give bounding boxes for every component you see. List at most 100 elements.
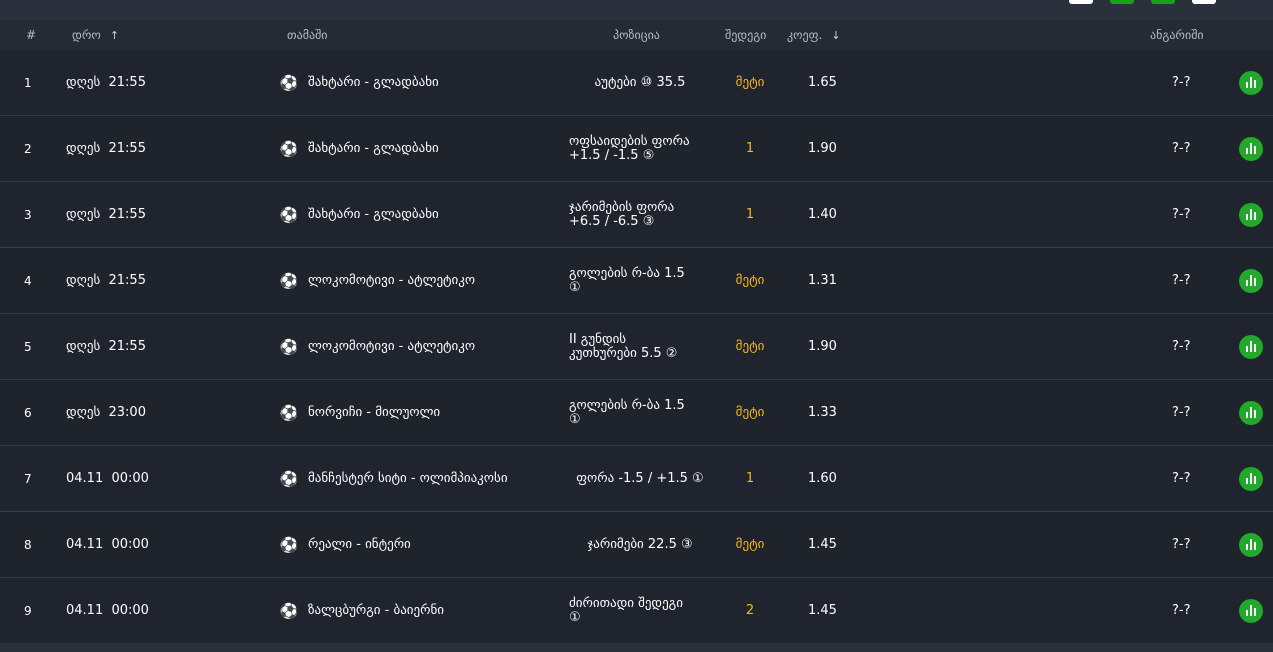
stats-chart-icon[interactable] bbox=[1239, 334, 1263, 359]
header-odds[interactable]: კოეფ. ↓ bbox=[787, 20, 841, 50]
row-position-line: ოფსაიდების ფორა bbox=[569, 133, 690, 149]
stats-chart-icon[interactable] bbox=[1239, 400, 1263, 425]
row-position: ჯარიმები 22.5 ③ bbox=[540, 512, 740, 577]
row-match[interactable]: ზალცბურგი - ბაიერნი bbox=[308, 578, 444, 643]
row-position-line: კუთხურები 5.5 ② bbox=[569, 345, 678, 361]
stats-chart-icon[interactable] bbox=[1239, 136, 1263, 161]
table-row[interactable]: 8 04.11 00:00 ⚽ რეალი - ინტერი ჯარიმები … bbox=[0, 512, 1273, 578]
row-date: 04.11 00:00 bbox=[66, 603, 149, 618]
row-position-text: ოფსაიდების ფორა +1.5 / -1.5 ⑤ bbox=[540, 133, 740, 163]
table-row[interactable]: 5 დღეს 21:55 ⚽ ლოკომოტივი - ატლეტიკო II … bbox=[0, 314, 1273, 380]
row-report: ?-? bbox=[1172, 339, 1191, 354]
row-position-line: აუტები ⑩ 35.5 bbox=[594, 74, 686, 90]
row-odds: 1.33 bbox=[808, 405, 837, 420]
row-match[interactable]: ნორვიჩი - მილუოლი bbox=[308, 380, 440, 445]
header-time[interactable]: დრო ↑ bbox=[72, 20, 119, 50]
row-stats[interactable] bbox=[1239, 380, 1263, 445]
stats-bars bbox=[1246, 407, 1256, 418]
row-match[interactable]: შახტარი - გლადბახი bbox=[308, 116, 439, 181]
row-stats[interactable] bbox=[1239, 182, 1263, 247]
row-match[interactable]: ლოკომოტივი - ატლეტიკო bbox=[308, 248, 475, 313]
stats-chart-icon[interactable] bbox=[1239, 268, 1263, 293]
header-game[interactable]: თამაში bbox=[287, 20, 328, 50]
header-num: # bbox=[26, 28, 37, 42]
row-position-text: ჯარიმები 22.5 ③ bbox=[540, 536, 740, 552]
table-row[interactable]: 6 დღეს 23:00 ⚽ ნორვიჩი - მილუოლი გოლების… bbox=[0, 380, 1273, 446]
row-position: გოლების რ-ბა 1.5 ① bbox=[540, 248, 740, 313]
row-number: 9 bbox=[24, 603, 32, 618]
row-position: ოფსაიდების ფორა +1.5 / -1.5 ⑤ bbox=[540, 116, 740, 181]
row-position: გოლების რ-ბა 1.5 ① bbox=[540, 380, 740, 445]
row-report: ?-? bbox=[1172, 75, 1191, 90]
row-date: დღეს 21:55 bbox=[66, 273, 146, 288]
stats-chart-icon[interactable] bbox=[1239, 532, 1263, 557]
row-position-text: აუტები ⑩ 35.5 bbox=[540, 74, 740, 90]
row-position: II გუნდის კუთხურები 5.5 ② bbox=[540, 314, 740, 379]
stats-chart-icon[interactable] bbox=[1239, 70, 1263, 95]
table-row[interactable]: 4 დღეს 21:55 ⚽ ლოკომოტივი - ატლეტიკო გოლ… bbox=[0, 248, 1273, 314]
table-row[interactable]: 3 დღეს 21:55 ⚽ შახტარი - გლადბახი ჯარიმე… bbox=[0, 182, 1273, 248]
soccer-ball-icon: ⚽ bbox=[279, 205, 299, 224]
row-number: 7 bbox=[24, 471, 32, 486]
row-match[interactable]: მანჩესტერ სიტი - ოლიმპიაკოსი bbox=[308, 446, 508, 511]
table-row[interactable]: 7 04.11 00:00 ⚽ მანჩესტერ სიტი - ოლიმპია… bbox=[0, 446, 1273, 512]
row-position-line: +6.5 / -6.5 ③ bbox=[569, 213, 655, 229]
row-report: ?-? bbox=[1172, 207, 1191, 222]
row-odds: 1.90 bbox=[808, 141, 837, 156]
row-stats[interactable] bbox=[1239, 446, 1263, 511]
table-row[interactable]: 9 04.11 00:00 ⚽ ზალცბურგი - ბაიერნი ძირი… bbox=[0, 578, 1273, 644]
row-date: 04.11 00:00 bbox=[66, 537, 149, 552]
row-number: 3 bbox=[24, 207, 32, 222]
stats-chart-icon[interactable] bbox=[1239, 598, 1263, 623]
row-position-line: ① bbox=[569, 279, 581, 295]
row-odds: 1.65 bbox=[808, 75, 837, 90]
row-date: დღეს 23:00 bbox=[66, 405, 146, 420]
row-result: მეტი bbox=[735, 339, 765, 354]
toolbar-button-white-1[interactable] bbox=[1069, 0, 1093, 4]
row-match[interactable]: ლოკომოტივი - ატლეტიკო bbox=[308, 314, 475, 379]
row-stats[interactable] bbox=[1239, 116, 1263, 181]
stats-bars bbox=[1246, 77, 1256, 88]
row-result: 1 bbox=[745, 141, 755, 156]
header-position[interactable]: პოზიცია bbox=[613, 20, 660, 50]
row-stats[interactable] bbox=[1239, 314, 1263, 379]
row-stats[interactable] bbox=[1239, 578, 1263, 643]
stats-chart-icon[interactable] bbox=[1239, 202, 1263, 227]
row-position-text: ფორა -1.5 / +1.5 ① bbox=[540, 471, 740, 486]
row-date: დღეს 21:55 bbox=[66, 339, 146, 354]
row-stats[interactable] bbox=[1239, 248, 1263, 313]
stats-chart-icon[interactable] bbox=[1239, 466, 1263, 491]
footer-bar bbox=[0, 643, 1273, 652]
row-number: 5 bbox=[24, 339, 32, 354]
table-row[interactable]: 1 დღეს 21:55 ⚽ შახტარი - გლადბახი აუტები… bbox=[0, 50, 1273, 116]
row-match[interactable]: რეალი - ინტერი bbox=[308, 512, 411, 577]
row-stats[interactable] bbox=[1239, 50, 1263, 115]
row-position: ფორა -1.5 / +1.5 ① bbox=[540, 446, 740, 511]
row-position-text: II გუნდის კუთხურები 5.5 ② bbox=[540, 332, 740, 361]
sort-asc-icon[interactable]: ↑ bbox=[110, 29, 119, 42]
row-odds: 1.60 bbox=[808, 471, 837, 486]
soccer-ball-icon: ⚽ bbox=[279, 403, 299, 422]
row-match[interactable]: შახტარი - გლადბახი bbox=[308, 50, 439, 115]
row-report: ?-? bbox=[1172, 273, 1191, 288]
soccer-ball-icon: ⚽ bbox=[279, 139, 299, 158]
row-position: ჯარიმების ფორა +6.5 / -6.5 ③ bbox=[540, 182, 740, 247]
row-match[interactable]: შახტარი - გლადბახი bbox=[308, 182, 439, 247]
table-row[interactable]: 2 დღეს 21:55 ⚽ შახტარი - გლადბახი ოფსაიდ… bbox=[0, 116, 1273, 182]
row-position-line: ჯარიმები 22.5 ③ bbox=[587, 536, 693, 552]
row-stats[interactable] bbox=[1239, 512, 1263, 577]
toolbar-button-green-2[interactable] bbox=[1151, 0, 1175, 4]
row-position: ძირითადი შედეგი ① bbox=[540, 578, 740, 643]
row-report: ?-? bbox=[1172, 141, 1191, 156]
row-result: მეტი bbox=[735, 273, 765, 288]
toolbar-button-green-1[interactable] bbox=[1110, 0, 1134, 4]
toolbar-button-white-2[interactable] bbox=[1192, 0, 1216, 4]
row-position-text: გოლების რ-ბა 1.5 ① bbox=[540, 398, 740, 427]
header-result[interactable]: შედეგი bbox=[725, 20, 766, 50]
row-position-text: გოლების რ-ბა 1.5 ① bbox=[540, 266, 740, 295]
header-report[interactable]: ანგარიში bbox=[1150, 20, 1204, 50]
row-result: 1 bbox=[745, 207, 755, 222]
sort-desc-icon[interactable]: ↓ bbox=[831, 29, 840, 42]
row-odds: 1.45 bbox=[808, 537, 837, 552]
row-position-line: +1.5 / -1.5 ⑤ bbox=[569, 147, 655, 163]
